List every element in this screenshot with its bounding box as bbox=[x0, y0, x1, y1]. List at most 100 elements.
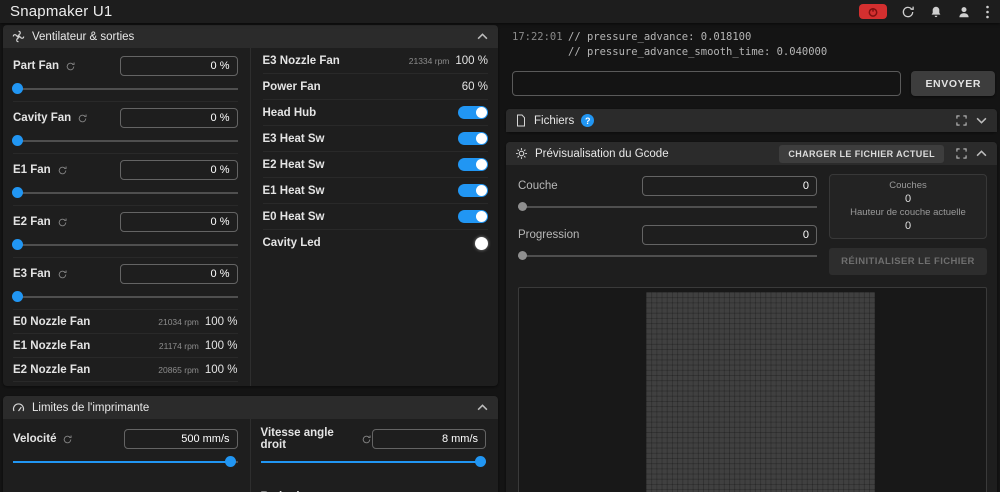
limit-value-input[interactable] bbox=[372, 429, 486, 449]
progress-input[interactable] bbox=[642, 225, 817, 245]
limit-slider[interactable] bbox=[261, 455, 487, 469]
collapse-chevron-up-icon[interactable] bbox=[975, 149, 988, 158]
file-icon bbox=[515, 114, 527, 127]
refresh-icon[interactable] bbox=[77, 113, 88, 124]
output-row: E3 Heat Sw bbox=[263, 126, 489, 152]
restart-icon[interactable] bbox=[901, 5, 915, 19]
files-panel: Fichiers ? bbox=[506, 109, 997, 132]
fan-label: E1 Nozzle Fan bbox=[13, 340, 159, 352]
gcode-preview-content: Couche Progression bbox=[506, 165, 997, 492]
e2-heat-sw-toggle[interactable] bbox=[458, 158, 488, 171]
fullscreen-icon[interactable] bbox=[955, 147, 968, 160]
fans-panel-title: Ventilateur & sorties bbox=[32, 31, 134, 43]
e0-heat-sw-toggle[interactable] bbox=[458, 210, 488, 223]
fullscreen-icon[interactable] bbox=[955, 114, 968, 127]
output-row: Cavity Led bbox=[263, 230, 489, 256]
fan-label: Power Fan bbox=[263, 81, 462, 93]
files-panel-header[interactable]: Fichiers ? bbox=[506, 109, 997, 132]
head-hub-toggle[interactable] bbox=[458, 106, 488, 119]
fan-slider[interactable] bbox=[13, 238, 238, 252]
reset-file-button[interactable]: RÉINITIALISER LE FICHIER bbox=[829, 248, 987, 275]
expand-chevron-down-icon[interactable] bbox=[975, 116, 988, 125]
output-label: E2 Heat Sw bbox=[263, 159, 459, 171]
console-input-row: ENVOYER bbox=[512, 71, 995, 96]
console-log: 17:22:01 // pressure_advance: 0.018100 /… bbox=[506, 25, 997, 60]
cavity-led-toggle[interactable] bbox=[475, 237, 488, 250]
collapse-chevron-up-icon[interactable] bbox=[476, 403, 489, 412]
limit-move-ratio: Ratio de déplacement bbox=[251, 483, 499, 492]
fan-slider[interactable] bbox=[13, 134, 238, 148]
e3-heat-sw-toggle[interactable] bbox=[458, 132, 488, 145]
emergency-stop-button[interactable] bbox=[859, 4, 887, 19]
fan-readout: Power Fan 60 % bbox=[263, 74, 489, 100]
fan-percent: 60 % bbox=[462, 81, 488, 93]
fan-value-input[interactable] bbox=[120, 56, 238, 76]
limit-value-input[interactable] bbox=[124, 429, 238, 449]
gcode-preview-header[interactable]: Prévisualisation du Gcode CHARGER LE FIC… bbox=[506, 142, 997, 165]
fan-label: E3 Fan bbox=[13, 268, 51, 280]
refresh-icon[interactable] bbox=[57, 269, 68, 280]
send-button[interactable]: ENVOYER bbox=[911, 71, 995, 96]
refresh-icon[interactable] bbox=[361, 434, 372, 445]
gcode-viewport[interactable] bbox=[518, 287, 987, 492]
fan-slider[interactable] bbox=[13, 186, 238, 200]
fan-readout: E2 Nozzle Fan 20865 rpm 100 % bbox=[13, 358, 238, 382]
right-column: 17:22:01 // pressure_advance: 0.018100 /… bbox=[506, 25, 997, 492]
limit-label: Velocité bbox=[13, 433, 56, 445]
fan-control-e3-fan: E3 Fan bbox=[13, 258, 238, 310]
limit-slider[interactable] bbox=[13, 455, 238, 469]
fan-percent: 100 % bbox=[455, 55, 488, 67]
progress-slider[interactable] bbox=[518, 249, 817, 263]
limits-panel: Limites de l'imprimante Velocité bbox=[3, 396, 498, 492]
fan-value-input[interactable] bbox=[120, 108, 238, 128]
fans-panel: Ventilateur & sorties Part Fan bbox=[3, 25, 498, 386]
fan-slider[interactable] bbox=[13, 82, 238, 96]
fan-rpm: 21034 rpm bbox=[158, 317, 199, 327]
notifications-bell-icon[interactable] bbox=[929, 5, 943, 19]
limits-panel-title: Limites de l'imprimante bbox=[32, 402, 149, 414]
limits-panel-header[interactable]: Limites de l'imprimante bbox=[3, 396, 498, 419]
layer-stats-card: Couches 0 Hauteur de couche actuelle 0 bbox=[829, 174, 987, 239]
limit-label: Vitesse angle droit bbox=[261, 427, 356, 451]
fan-value-input[interactable] bbox=[120, 264, 238, 284]
fan-slider[interactable] bbox=[13, 290, 238, 304]
account-icon[interactable] bbox=[957, 5, 971, 19]
output-row: E1 Heat Sw bbox=[263, 178, 489, 204]
fan-value-input[interactable] bbox=[120, 160, 238, 180]
gcode-preview-title: Prévisualisation du Gcode bbox=[535, 148, 669, 160]
fan-percent: 100 % bbox=[205, 364, 238, 376]
e1-heat-sw-toggle[interactable] bbox=[458, 184, 488, 197]
refresh-icon[interactable] bbox=[57, 165, 68, 176]
load-current-file-button[interactable]: CHARGER LE FICHIER ACTUEL bbox=[779, 145, 944, 163]
console-input[interactable] bbox=[512, 71, 901, 96]
app-title: Snapmaker U1 bbox=[10, 3, 112, 20]
fans-panel-header[interactable]: Ventilateur & sorties bbox=[3, 25, 498, 48]
layer-label: Couche bbox=[518, 180, 558, 192]
layer-slider[interactable] bbox=[518, 200, 817, 214]
fan-percent: 100 % bbox=[205, 340, 238, 352]
progress-label: Progression bbox=[518, 229, 579, 241]
limits-grid: Velocité Vitesse angle droit bbox=[3, 419, 498, 492]
output-row: Head Hub bbox=[263, 100, 489, 126]
files-panel-title: Fichiers bbox=[534, 115, 574, 127]
fan-value-input[interactable] bbox=[120, 212, 238, 232]
help-info-icon[interactable]: ? bbox=[581, 114, 594, 127]
console-timestamp bbox=[512, 45, 568, 60]
layer-input[interactable] bbox=[642, 176, 817, 196]
output-row: E0 Heat Sw bbox=[263, 204, 489, 230]
preview-sidebar: Couches 0 Hauteur de couche actuelle 0 R… bbox=[829, 174, 987, 275]
refresh-icon[interactable] bbox=[65, 61, 76, 72]
layer-height-label: Hauteur de couche actuelle bbox=[834, 207, 982, 219]
fan-label: E1 Fan bbox=[13, 164, 51, 176]
fan-control-part-fan: Part Fan bbox=[13, 50, 238, 102]
overflow-menu-icon[interactable] bbox=[985, 5, 990, 19]
collapse-chevron-up-icon[interactable] bbox=[476, 32, 489, 41]
refresh-icon[interactable] bbox=[57, 217, 68, 228]
console-message: // pressure_advance_smooth_time: 0.04000… bbox=[568, 45, 827, 60]
console-line: // pressure_advance_smooth_time: 0.04000… bbox=[512, 45, 995, 60]
output-label: Cavity Led bbox=[263, 237, 476, 249]
output-label: E3 Heat Sw bbox=[263, 133, 459, 145]
refresh-icon[interactable] bbox=[62, 434, 73, 445]
console-timestamp: 17:22:01 bbox=[512, 30, 568, 45]
fan-rpm: 20865 rpm bbox=[158, 365, 199, 375]
